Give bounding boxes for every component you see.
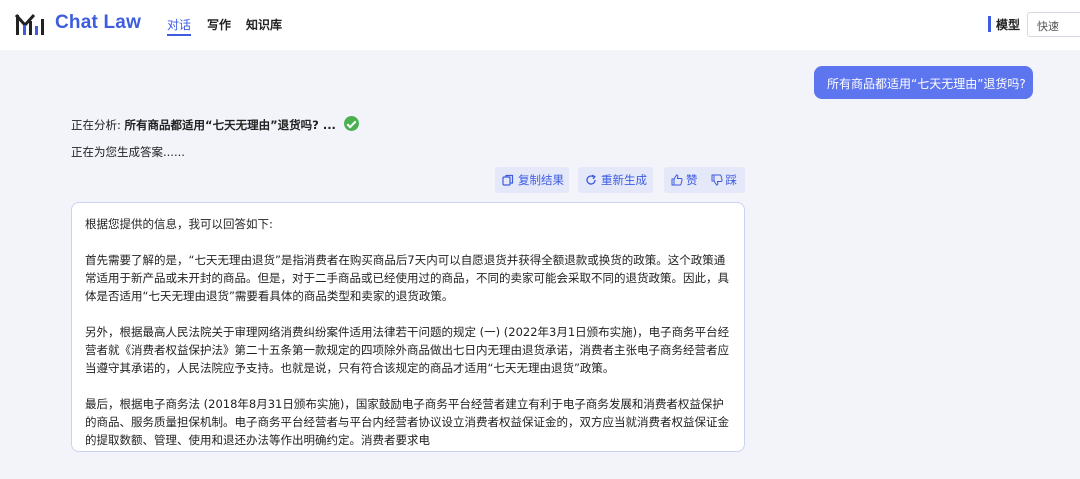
answer-card: 根据您提供的信息，我可以回答如下: 首先需要了解的是，“七天无理由退货”是指消费… xyxy=(71,202,745,452)
thumbs-up-icon xyxy=(671,174,683,186)
answer-paragraph: 首先需要了解的是，“七天无理由退货”是指消费者在购买商品后7天内可以自愿退货并获… xyxy=(85,253,729,303)
like-label: 赞 xyxy=(686,173,698,187)
copy-icon xyxy=(502,174,514,186)
tab-chat[interactable]: 对话 xyxy=(167,16,191,33)
analysis-query: 所有商品都适用“七天无理由”退货吗? ... xyxy=(124,118,336,132)
logo-icon xyxy=(15,13,44,35)
model-accent-bar xyxy=(988,16,991,32)
thumbs-down-icon xyxy=(711,174,723,186)
copy-result-label: 复制结果 xyxy=(518,173,564,187)
user-message-bubble: 所有商品都适用“七天无理由”退货吗? xyxy=(814,66,1033,99)
regenerate-button[interactable]: 重新生成 xyxy=(578,167,653,193)
answer-paragraph: 另外，根据最高人民法院关于审理网络消费纠纷案件适用法律若干问题的规定 (一) (… xyxy=(85,325,730,375)
active-tab-indicator xyxy=(167,34,191,36)
model-select[interactable]: 快速 xyxy=(1027,12,1080,37)
top-bar: Chat Law 对话 写作 知识库 模型 快速 xyxy=(0,0,1080,50)
app-name: Chat Law xyxy=(55,12,142,33)
like-button[interactable]: 赞 xyxy=(671,172,698,188)
model-label: 模型 xyxy=(996,18,1021,32)
tab-knowledge-base[interactable]: 知识库 xyxy=(246,16,282,33)
generating-status: 正在为您生成答案...... xyxy=(71,145,185,159)
analysis-status: 正在分析: 所有商品都适用“七天无理由”退货吗? ... xyxy=(71,117,336,133)
dislike-label: 踩 xyxy=(725,173,738,187)
analysis-prefix: 正在分析: xyxy=(71,118,121,132)
check-circle-icon xyxy=(344,116,359,131)
regenerate-label: 重新生成 xyxy=(601,173,647,187)
feedback-group: 赞 踩 xyxy=(664,167,745,193)
copy-result-button[interactable]: 复制结果 xyxy=(495,167,569,193)
refresh-icon xyxy=(586,174,596,185)
dislike-button[interactable]: 踩 xyxy=(711,172,738,188)
answer-paragraph: 最后，根据电子商务法 (2018年8月31日颁布实施)，国家鼓励电子商务平台经营… xyxy=(85,397,729,447)
answer-paragraph: 根据您提供的信息，我可以回答如下: xyxy=(85,217,273,231)
tab-writing[interactable]: 写作 xyxy=(207,16,231,33)
